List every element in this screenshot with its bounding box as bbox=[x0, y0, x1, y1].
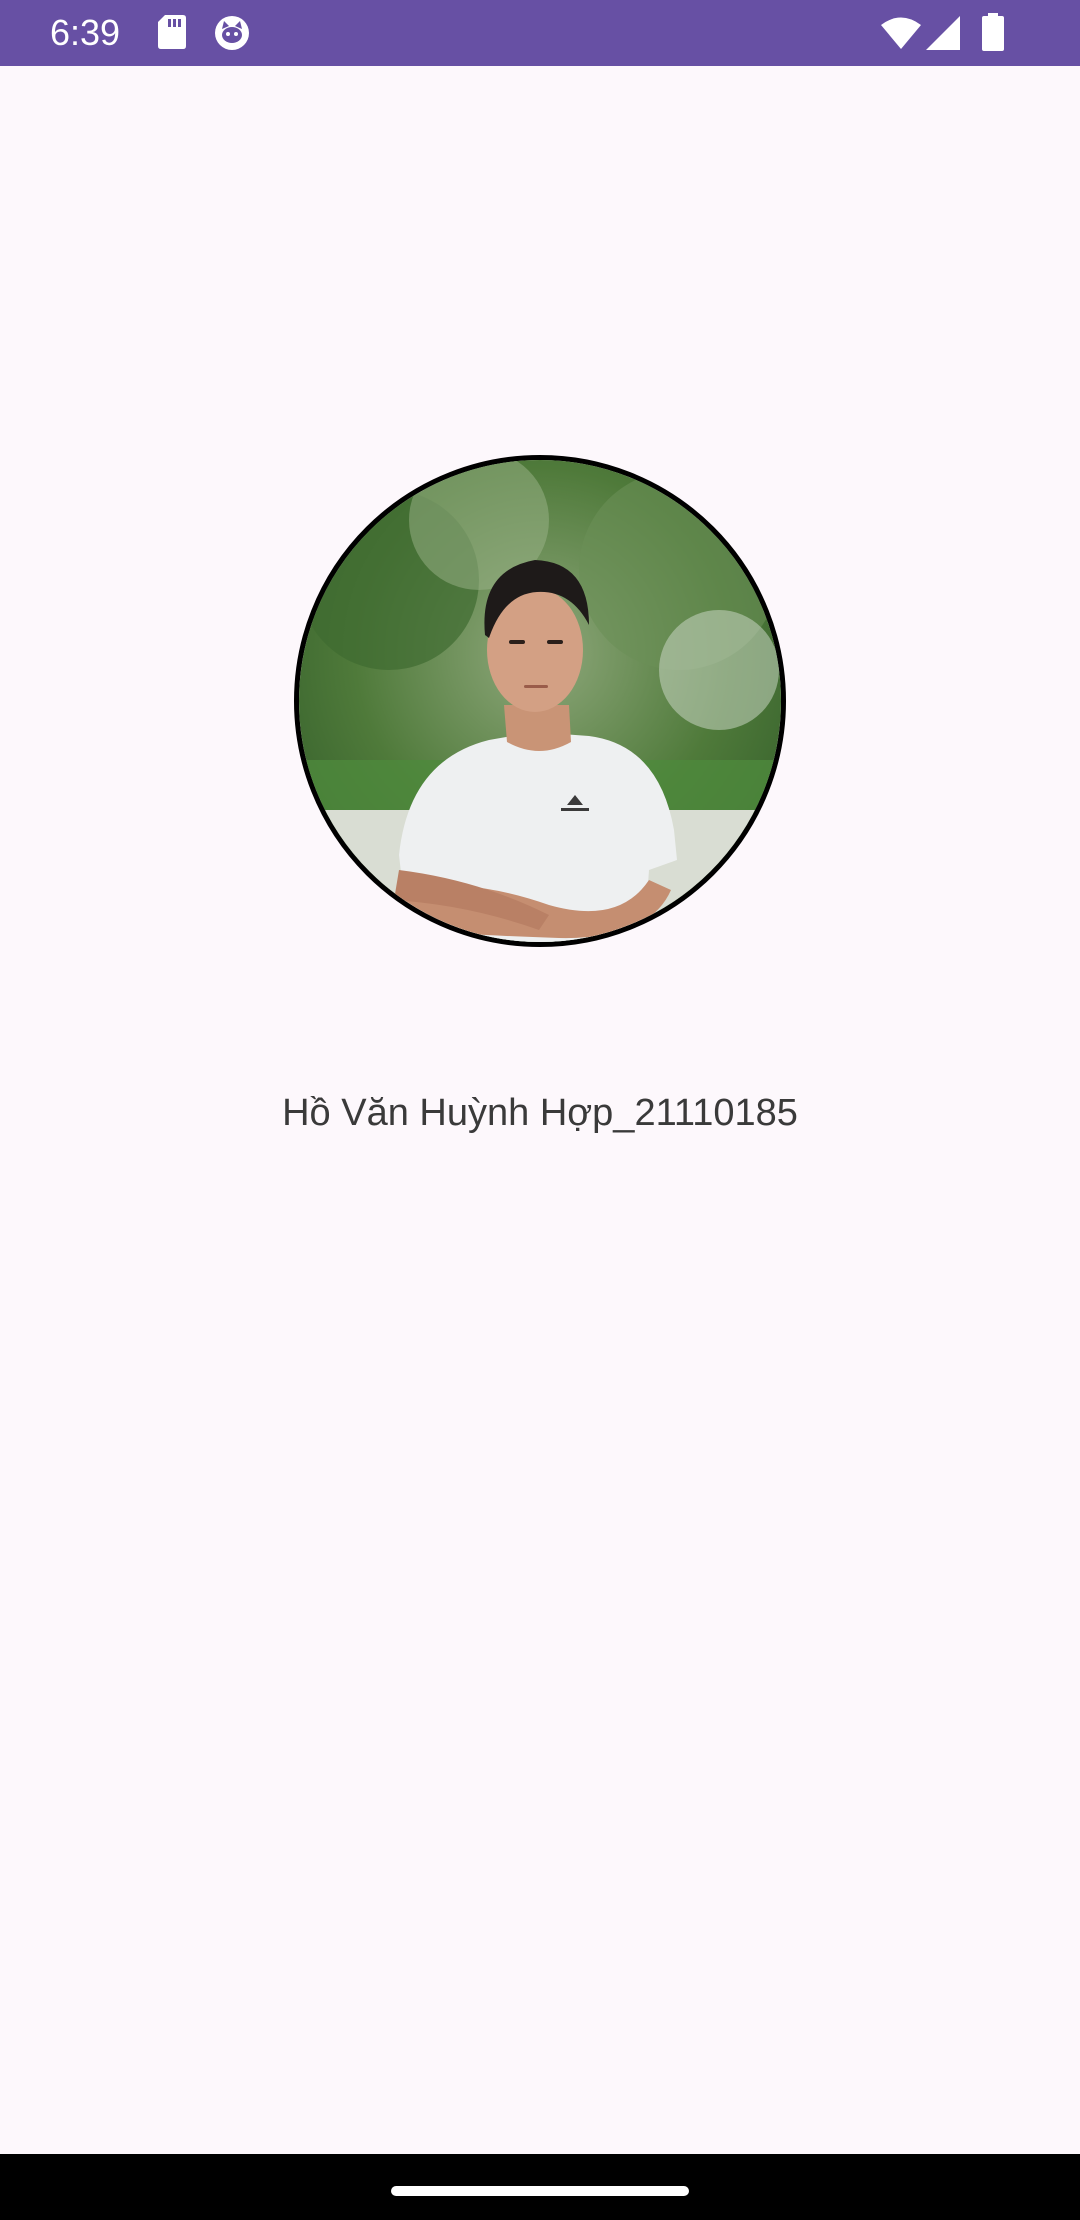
home-gesture-handle[interactable] bbox=[391, 2186, 689, 2196]
sd-card-icon bbox=[157, 14, 187, 55]
wifi-icon bbox=[880, 16, 922, 55]
cellular-signal-icon bbox=[925, 15, 961, 56]
profile-avatar bbox=[294, 455, 786, 947]
avatar-photo bbox=[299, 460, 781, 942]
status-time: 6:39 bbox=[50, 12, 121, 53]
status-bar: 6:39 bbox=[0, 0, 1080, 66]
app-screen: 6:39 Hồ Văn Huỳnh Hợp_21110185 bbox=[0, 0, 1080, 2220]
profile-name: Hồ Văn Huỳnh Hợp_21110185 bbox=[282, 1092, 798, 1134]
battery-icon bbox=[982, 13, 1004, 56]
cat-face-icon bbox=[213, 14, 251, 57]
